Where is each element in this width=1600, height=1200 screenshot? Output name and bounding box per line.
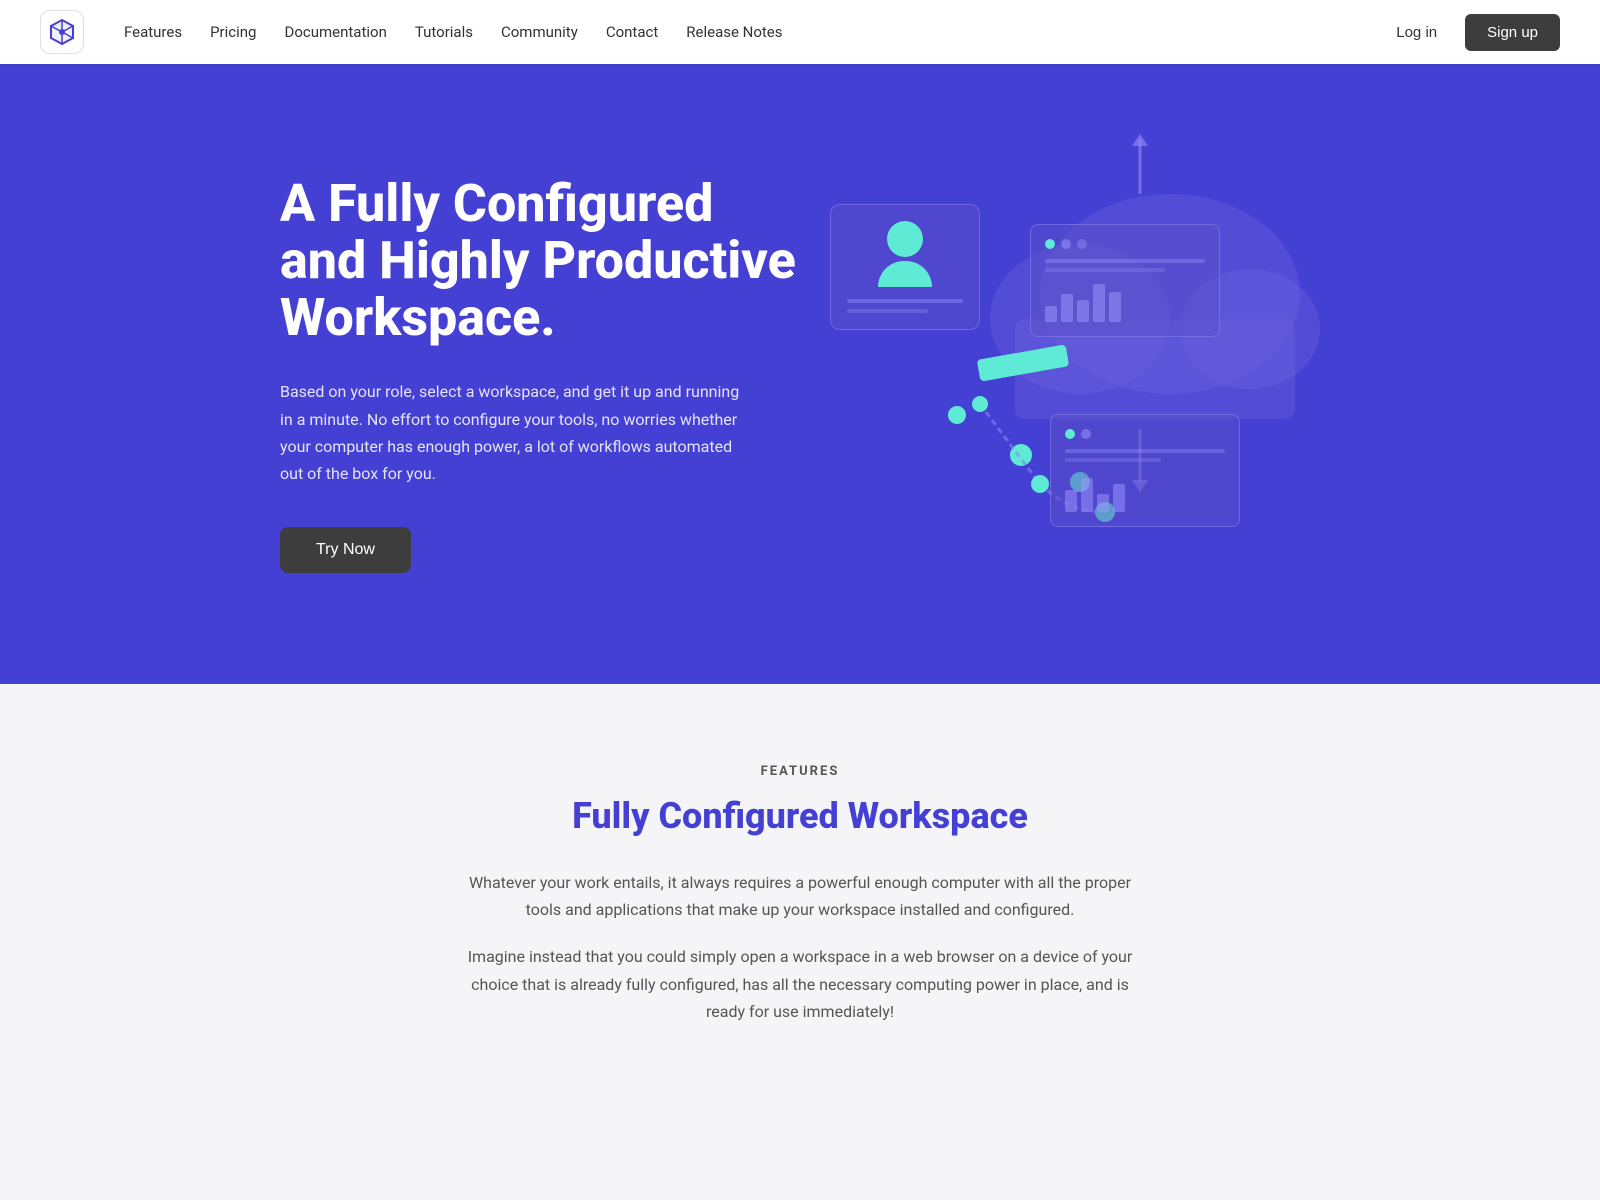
hero-section: A Fully Configured and Highly Productive… [0,0,1600,684]
avatar-head [887,221,923,257]
nav-link-contact[interactable]: Contact [606,23,658,41]
bar-1 [1045,306,1057,322]
nav-link-documentation[interactable]: Documentation [284,23,386,41]
logo[interactable] [40,10,84,54]
bar2-1 [1065,490,1077,512]
bar2-4 [1113,484,1125,512]
logo-icon [47,17,77,47]
bar-2 [1061,294,1073,322]
nav-link-tutorials[interactable]: Tutorials [415,23,473,41]
bar2-3 [1097,494,1109,512]
features-title: Fully Configured Workspace [40,795,1560,837]
card-dot-green [1045,239,1055,249]
card-line-1 [847,299,963,303]
card-dot-faded [1077,239,1087,249]
data-card-1 [1030,224,1220,337]
features-section: FEATURES Fully Configured Workspace What… [0,684,1600,1105]
card-row-1 [1045,259,1205,263]
card-row-2 [1045,268,1165,272]
try-now-button[interactable]: Try Now [280,527,411,573]
login-button[interactable]: Log in [1384,18,1449,47]
person-card [830,204,980,330]
hero-description: Based on your role, select a workspace, … [280,378,740,487]
data-card-2 [1050,414,1240,527]
nav-link-release-notes[interactable]: Release Notes [686,23,782,41]
nav-link-pricing[interactable]: Pricing [210,23,256,41]
bar-3 [1077,300,1089,322]
features-desc-2: Imagine instead that you could simply op… [450,943,1150,1025]
hero-title: A Fully Configured and Highly Productive… [280,175,800,347]
card2-dot-green [1065,429,1075,439]
card-line-2 [847,309,928,313]
features-label: FEATURES [40,764,1560,779]
hero-inner: A Fully Configured and Highly Productive… [200,64,1400,684]
nav-link-community[interactable]: Community [501,23,578,41]
card2-dot-purple [1081,429,1091,439]
card2-row-2 [1065,458,1161,462]
bar-4 [1093,284,1105,322]
nav-actions: Log in Sign up [1384,14,1560,51]
navbar: Features Pricing Documentation Tutorials… [0,0,1600,64]
logo-box [40,10,84,54]
signup-button[interactable]: Sign up [1465,14,1560,51]
card2-row-1 [1065,449,1225,453]
features-desc-1: Whatever your work entails, it always re… [450,869,1150,923]
avatar-body [878,261,932,287]
card-dot-purple [1061,239,1071,249]
bar-5 [1109,292,1121,322]
bar2-2 [1081,478,1093,512]
nav-links: Features Pricing Documentation Tutorials… [124,23,1384,41]
hero-illustration [800,124,1320,624]
hero-text: A Fully Configured and Highly Productive… [280,175,800,573]
nav-link-features[interactable]: Features [124,23,182,41]
